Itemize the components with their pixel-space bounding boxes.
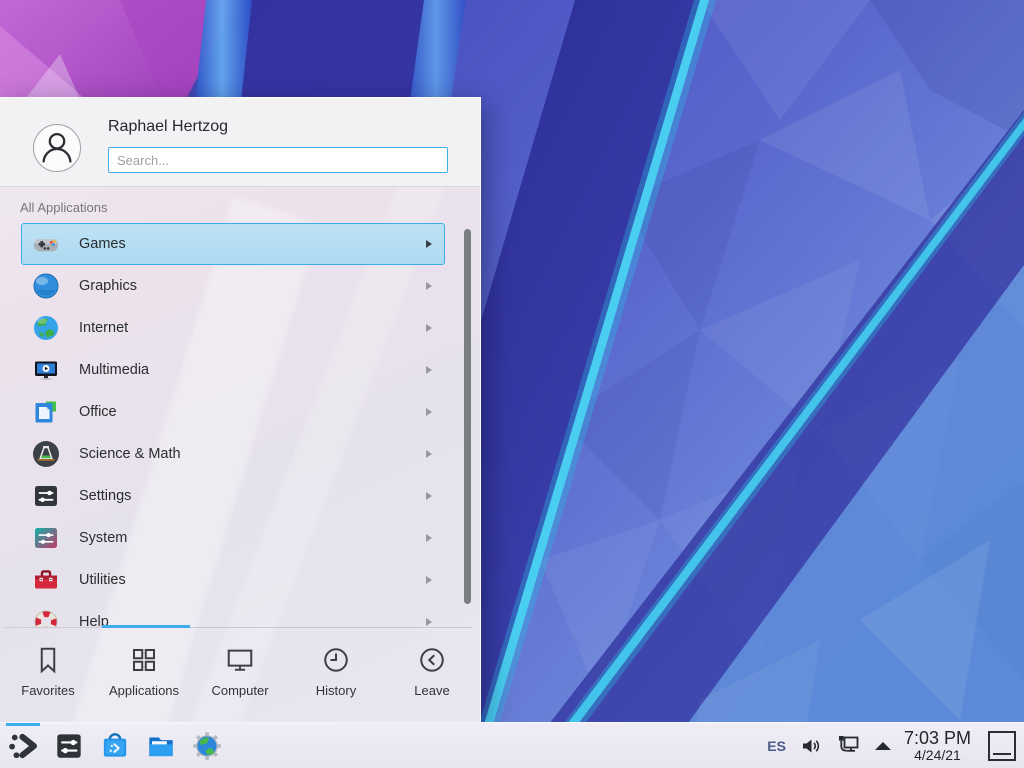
- category-label: System: [79, 530, 426, 546]
- category-item-multimedia[interactable]: Multimedia: [21, 349, 445, 391]
- leave-icon: [417, 645, 447, 675]
- category-label: Games: [79, 236, 426, 252]
- flask-icon: [30, 438, 62, 470]
- desktop: Raphael Hertzog All Applications Games: [0, 0, 1024, 768]
- expand-tray-icon[interactable]: [875, 742, 891, 750]
- system-sliders-icon: [30, 522, 62, 554]
- search-input[interactable]: [108, 147, 448, 173]
- submenu-arrow-icon: [426, 324, 432, 332]
- bookmark-icon: [33, 645, 63, 675]
- grid-icon: [129, 645, 159, 675]
- system-tray: ES 7:03 PM 4/24/21: [767, 723, 1024, 768]
- category-item-help[interactable]: Help: [21, 601, 445, 627]
- category-list: Games Graphics: [21, 223, 445, 627]
- clock-date: 4/24/21: [914, 748, 961, 763]
- active-indicator: [6, 723, 40, 726]
- tab-computer[interactable]: Computer: [192, 628, 288, 722]
- clock-time: 7:03 PM: [904, 729, 971, 748]
- category-label: Multimedia: [79, 362, 426, 378]
- user-avatar[interactable]: [33, 124, 81, 172]
- submenu-arrow-icon: [426, 576, 432, 584]
- folder-icon: [144, 729, 178, 763]
- discover-bag-icon: [98, 729, 132, 763]
- section-label: All Applications: [20, 200, 107, 215]
- category-label: Internet: [79, 320, 426, 336]
- application-launcher-menu: Raphael Hertzog All Applications Games: [0, 97, 481, 722]
- tab-label: Computer: [211, 683, 268, 698]
- tab-label: Favorites: [21, 683, 74, 698]
- kickoff-icon: [6, 729, 40, 763]
- toolbox-icon: [30, 564, 62, 596]
- globe-icon: [30, 312, 62, 344]
- submenu-arrow-icon: [426, 282, 432, 290]
- web-browser-launcher[interactable]: [184, 723, 230, 768]
- sliders-icon: [30, 480, 62, 512]
- tab-favorites[interactable]: Favorites: [0, 628, 96, 722]
- file-manager-launcher[interactable]: [138, 723, 184, 768]
- globe-gear-icon: [190, 729, 224, 763]
- clock-icon: [321, 645, 351, 675]
- category-label: Science & Math: [79, 446, 426, 462]
- list-scrollbar[interactable]: [464, 229, 471, 604]
- category-label: Office: [79, 404, 426, 420]
- tab-label: History: [316, 683, 356, 698]
- launcher-header: Raphael Hertzog: [0, 98, 480, 187]
- category-item-utilities[interactable]: Utilities: [21, 559, 445, 601]
- category-item-office[interactable]: Office: [21, 391, 445, 433]
- discover-launcher[interactable]: [92, 723, 138, 768]
- category-item-internet[interactable]: Internet: [21, 307, 445, 349]
- category-label: Utilities: [79, 572, 426, 588]
- launcher-tab-bar: Favorites Applications Computer: [0, 628, 480, 722]
- tab-history[interactable]: History: [288, 628, 384, 722]
- category-label: Graphics: [79, 278, 426, 294]
- submenu-arrow-icon: [426, 618, 432, 626]
- system-settings-launcher[interactable]: [46, 723, 92, 768]
- category-label: Settings: [79, 488, 426, 504]
- category-item-settings[interactable]: Settings: [21, 475, 445, 517]
- user-name: Raphael Hertzog: [108, 118, 228, 136]
- taskbar: ES 7:03 PM 4/24/21: [0, 722, 1024, 768]
- submenu-arrow-icon: [426, 366, 432, 374]
- category-item-graphics[interactable]: Graphics: [21, 265, 445, 307]
- show-desktop-button[interactable]: [988, 731, 1016, 761]
- tab-applications[interactable]: Applications: [96, 628, 192, 722]
- submenu-arrow-icon: [426, 240, 432, 248]
- user-icon: [34, 125, 80, 171]
- sphere-icon: [30, 270, 62, 302]
- network-icon[interactable]: [836, 733, 862, 759]
- application-launcher-button[interactable]: [0, 723, 46, 768]
- submenu-arrow-icon: [426, 450, 432, 458]
- digital-clock[interactable]: 7:03 PM 4/24/21: [904, 729, 971, 763]
- system-settings-icon: [52, 729, 86, 763]
- tab-leave[interactable]: Leave: [384, 628, 480, 722]
- submenu-arrow-icon: [426, 492, 432, 500]
- category-item-science-math[interactable]: Science & Math: [21, 433, 445, 475]
- taskbar-launchers: [0, 723, 230, 768]
- submenu-arrow-icon: [426, 408, 432, 416]
- category-item-system[interactable]: System: [21, 517, 445, 559]
- volume-icon[interactable]: [799, 734, 823, 758]
- category-item-games[interactable]: Games: [21, 223, 445, 265]
- tab-label: Applications: [109, 683, 179, 698]
- lifebuoy-icon: [30, 606, 62, 627]
- monitor-icon: [225, 645, 255, 675]
- documents-icon: [30, 396, 62, 428]
- keyboard-layout-indicator[interactable]: ES: [767, 738, 786, 754]
- gamepad-icon: [30, 228, 62, 260]
- submenu-arrow-icon: [426, 534, 432, 542]
- media-player-icon: [30, 354, 62, 386]
- tab-label: Leave: [414, 683, 449, 698]
